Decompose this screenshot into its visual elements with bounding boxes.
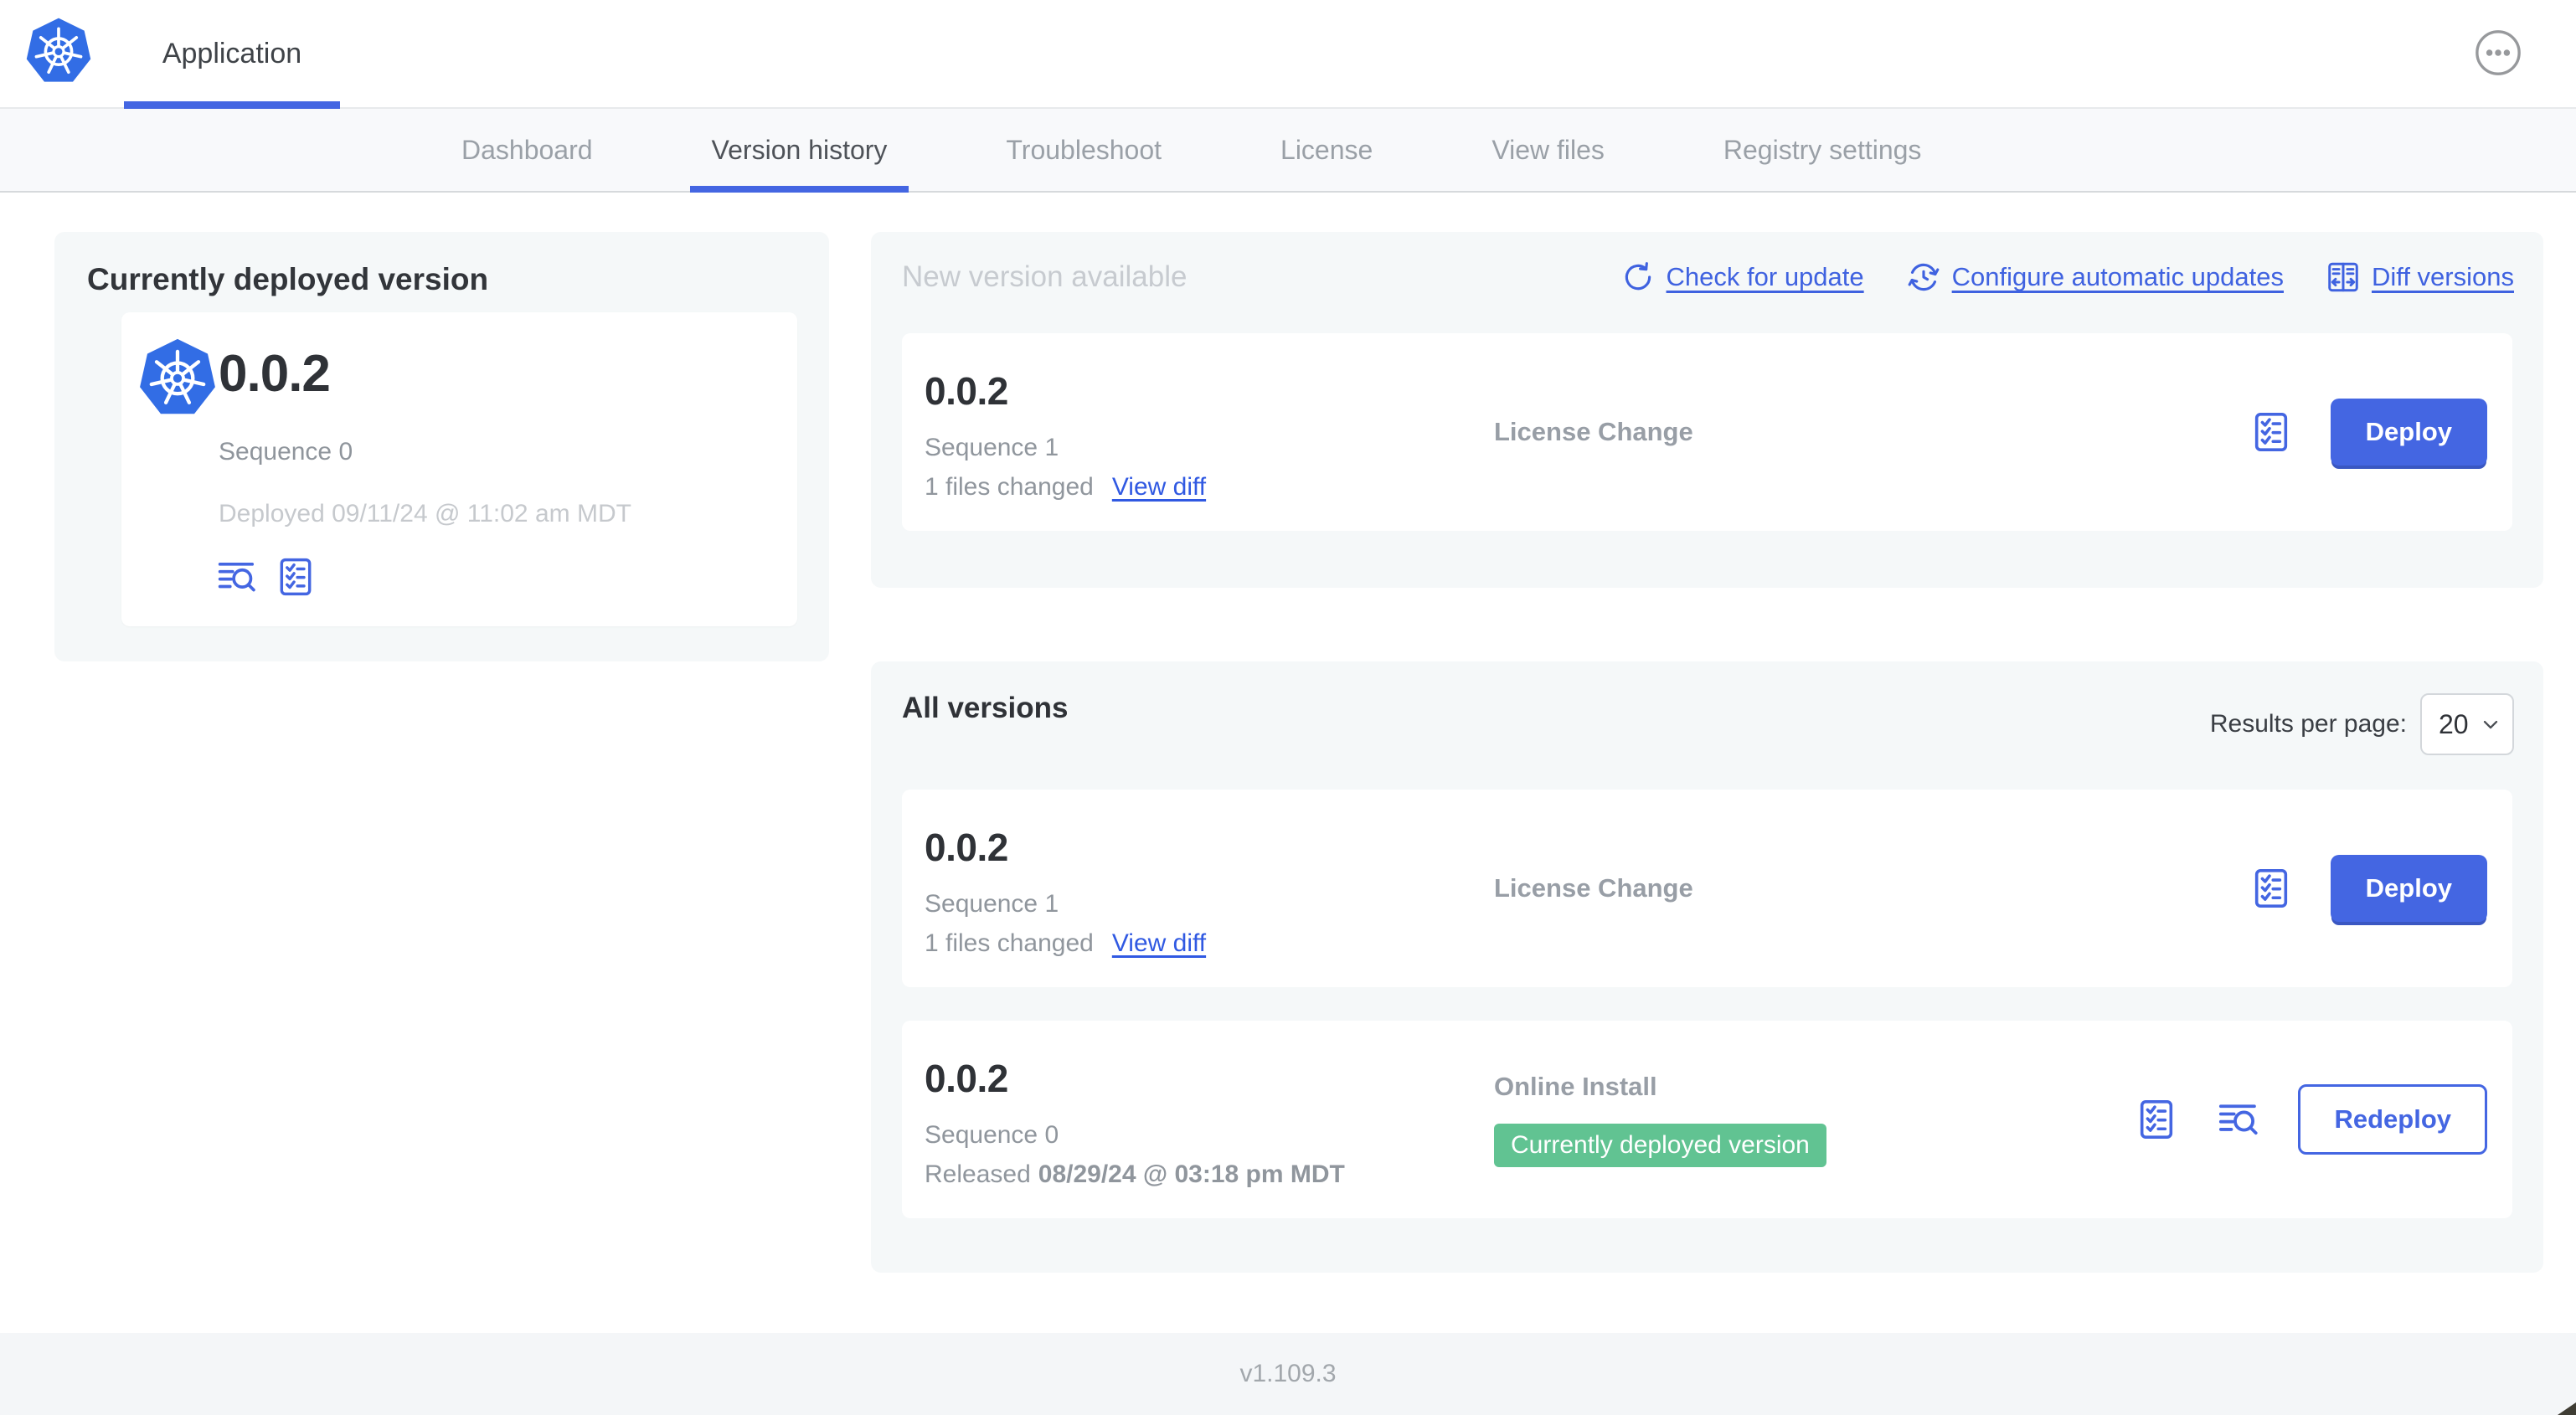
tab-label: View files [1492, 134, 1605, 165]
app-tab[interactable]: Application [124, 0, 340, 109]
view-diff-link[interactable]: View diff [1112, 929, 1206, 958]
version-number: 0.0.2 [925, 826, 1008, 869]
currently-deployed-badge: Currently deployed version [1494, 1124, 1826, 1167]
version-sequence: Sequence 1 [925, 890, 1059, 918]
check-for-update-label: Check for update [1666, 262, 1864, 291]
deployed-timestamp: Deployed 09/11/24 @ 11:02 am MDT [219, 500, 631, 527]
diff-versions-link[interactable]: Diff versions [2326, 260, 2514, 295]
deploy-button[interactable]: Deploy [2330, 855, 2487, 922]
results-per-page-value: 20 [2439, 708, 2469, 739]
chevron-down-icon [2483, 720, 2498, 729]
view-logs-icon[interactable] [215, 555, 259, 599]
tab-dashboard[interactable]: Dashboard [461, 109, 593, 191]
results-per-page-select[interactable]: 20 [2420, 693, 2514, 755]
tab-view-files[interactable]: View files [1492, 109, 1605, 191]
refresh-icon [1625, 262, 1651, 291]
results-per-page-label: Results per page: [2209, 710, 2407, 738]
deploy-button[interactable]: Deploy [2330, 399, 2487, 466]
preflight-checklist-icon[interactable] [2134, 1097, 2179, 1142]
version-sequence: Sequence 0 [925, 1121, 1059, 1149]
files-changed-label: 1 files changed [925, 473, 1094, 501]
view-diff-link[interactable]: View diff [1112, 473, 1206, 502]
released-date: 08/29/24 @ 03:18 pm MDT [1038, 1160, 1345, 1188]
version-source-label: License Change [1494, 873, 1693, 903]
preflight-checklist-icon[interactable] [274, 555, 317, 599]
version-sequence: Sequence 1 [925, 434, 1059, 461]
footer: v1.109.3 [0, 1333, 2576, 1415]
clock-refresh-icon [1908, 263, 1940, 291]
currently-deployed-title: Currently deployed version [87, 262, 489, 296]
kubernetes-logo-icon [25, 17, 92, 89]
version-number: 0.0.2 [925, 1057, 1008, 1100]
all-versions-section: All versions Results per page: 20 0.0.2 … [871, 661, 2543, 1273]
tab-label: Registry settings [1723, 134, 1922, 165]
currently-deployed-panel: Currently deployed version 0.0.2 Sequenc… [54, 232, 829, 661]
new-version-row: 0.0.2 Sequence 1 1 files changed View di… [902, 333, 2512, 531]
diff-icon [2328, 262, 2358, 292]
version-row-sequence-0: 0.0.2 Sequence 0 Released 08/29/24 @ 03:… [902, 1021, 2512, 1218]
check-for-update-link[interactable]: Check for update [1620, 260, 1864, 295]
tab-troubleshoot[interactable]: Troubleshoot [1006, 109, 1162, 191]
version-source-label: Online Install [1494, 1072, 1657, 1101]
tab-registry-settings[interactable]: Registry settings [1723, 109, 1922, 191]
configure-automatic-updates-link[interactable]: Configure automatic updates [1906, 260, 2284, 295]
console-version: v1.109.3 [1239, 1360, 1337, 1387]
tab-label: Troubleshoot [1006, 134, 1162, 165]
deployed-version-number: 0.0.2 [219, 345, 331, 403]
configure-automatic-updates-label: Configure automatic updates [1951, 262, 2284, 291]
view-logs-icon[interactable] [2216, 1097, 2261, 1142]
new-version-title: New version available [902, 260, 1188, 293]
all-versions-title: All versions [902, 692, 1069, 724]
currently-deployed-card: 0.0.2 Sequence 0 Deployed 09/11/24 @ 11:… [121, 312, 797, 626]
version-row-sequence-1: 0.0.2 Sequence 1 1 files changed View di… [902, 790, 2512, 987]
tab-label: License [1280, 134, 1373, 165]
released-label: Released [925, 1160, 1031, 1188]
files-changed-label: 1 files changed [925, 929, 1094, 957]
deployed-sequence: Sequence 0 [219, 438, 353, 466]
cursor-artifact [2558, 1402, 2576, 1415]
version-number: 0.0.2 [925, 369, 1008, 413]
diff-versions-label: Diff versions [2372, 262, 2514, 291]
version-source-label: License Change [1494, 417, 1693, 446]
preflight-checklist-icon[interactable] [2249, 866, 2294, 911]
tab-version-history[interactable]: Version history [689, 109, 909, 193]
preflight-checklist-icon[interactable] [2249, 409, 2294, 455]
tab-label: Dashboard [461, 134, 593, 165]
circled-ellipsis-icon [2476, 30, 2521, 75]
tab-license[interactable]: License [1280, 109, 1373, 191]
app-subnav: Dashboard Version history Troubleshoot L… [0, 109, 2576, 193]
new-version-section: New version available Check for update C… [871, 232, 2543, 588]
tab-label: Version history [711, 134, 888, 165]
app-tab-label: Application [162, 37, 302, 69]
overflow-menu-button[interactable] [2474, 28, 2522, 77]
top-header: Application [0, 0, 2576, 109]
kubernetes-app-icon [138, 337, 217, 421]
redeploy-button[interactable]: Redeploy [2298, 1084, 2487, 1155]
